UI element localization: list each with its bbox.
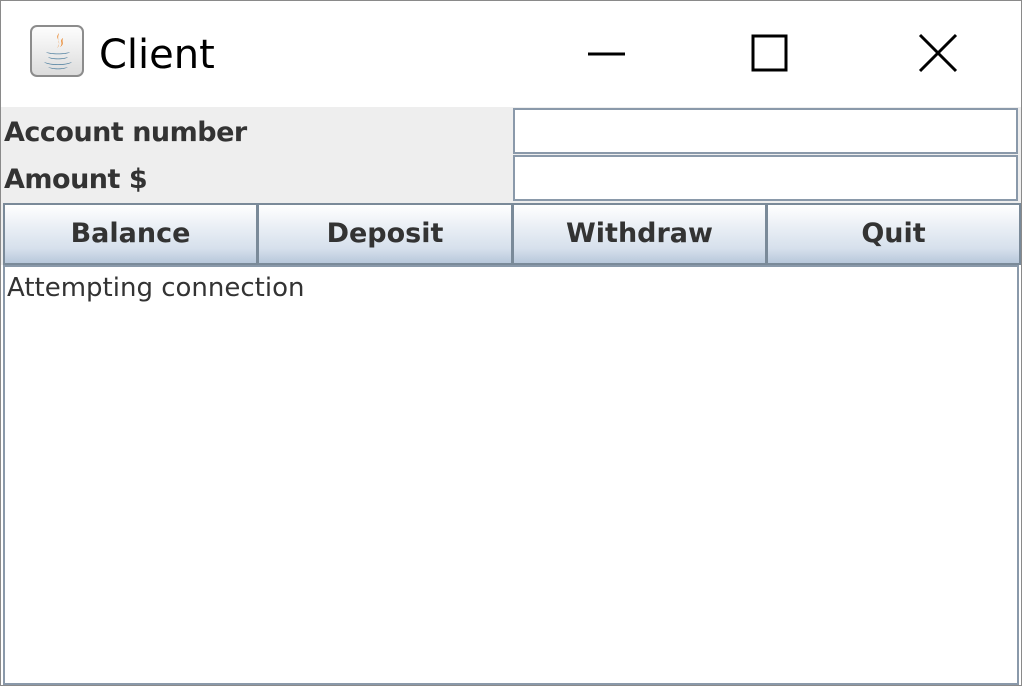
amount-field[interactable] (513, 155, 1018, 201)
close-icon (918, 33, 958, 73)
window-title: Client (99, 32, 215, 78)
output-text-area[interactable]: Attempting connection (3, 265, 1019, 685)
button-bar: Balance Deposit Withdraw Quit (1, 203, 1021, 265)
quit-button[interactable]: Quit (766, 203, 1021, 265)
balance-button[interactable]: Balance (3, 203, 258, 265)
title-bar[interactable]: Client (1, 1, 1021, 107)
amount-label: Amount $ (4, 164, 148, 195)
account-number-label: Account number (4, 117, 247, 148)
client-window: Client Account number Amount $ Balance D… (0, 0, 1022, 686)
account-number-field[interactable] (513, 108, 1018, 154)
maximize-button[interactable] (734, 21, 804, 87)
minimize-icon (588, 52, 625, 56)
input-form: Account number Amount $ (1, 107, 1021, 203)
maximize-icon (751, 34, 788, 72)
minimize-button[interactable] (571, 21, 641, 87)
output-text: Attempting connection (7, 273, 305, 303)
deposit-button[interactable]: Deposit (257, 203, 513, 265)
close-button[interactable] (903, 21, 973, 87)
withdraw-button[interactable]: Withdraw (512, 203, 767, 265)
java-cup-icon[interactable] (30, 25, 84, 77)
